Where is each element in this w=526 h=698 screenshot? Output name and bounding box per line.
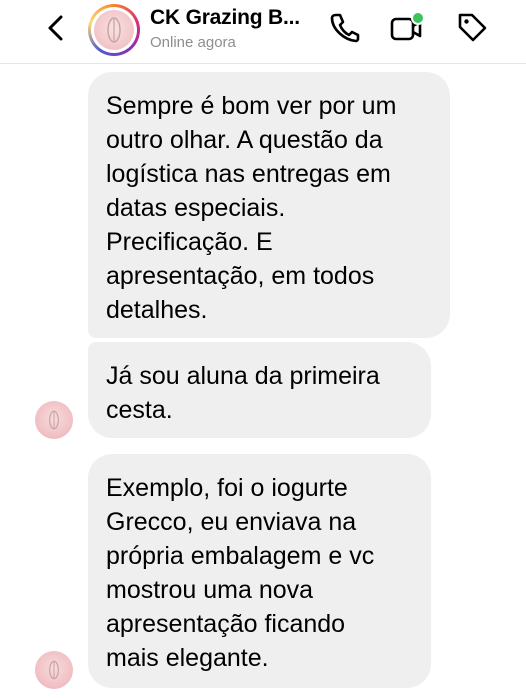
tag-icon — [458, 13, 487, 42]
online-indicator — [411, 11, 425, 25]
logo-icon — [49, 410, 59, 430]
sender-avatar[interactable] — [35, 401, 73, 439]
chevron-left-icon — [48, 15, 63, 41]
contact-avatar[interactable] — [88, 4, 140, 56]
call-button[interactable] — [327, 10, 361, 44]
phone-icon — [330, 13, 360, 43]
logo-icon — [107, 17, 121, 43]
message-bubble[interactable]: Sempre é bom ver por um outro olhar. A q… — [88, 72, 450, 338]
message-bubble[interactable]: Exemplo, foi o iogurte Grecco, eu enviav… — [88, 454, 431, 688]
sender-avatar[interactable] — [35, 651, 73, 689]
online-status: Online agora — [150, 34, 236, 51]
chat-header: CK Grazing B... Online agora — [0, 0, 526, 64]
video-call-button[interactable] — [389, 10, 425, 44]
back-button[interactable] — [42, 10, 70, 46]
avatar-image — [94, 10, 134, 50]
label-button[interactable] — [455, 10, 489, 44]
contact-name[interactable]: CK Grazing B... — [150, 6, 300, 30]
message-bubble[interactable]: Já sou aluna da primeira cesta. — [88, 342, 431, 438]
logo-icon — [49, 660, 59, 680]
